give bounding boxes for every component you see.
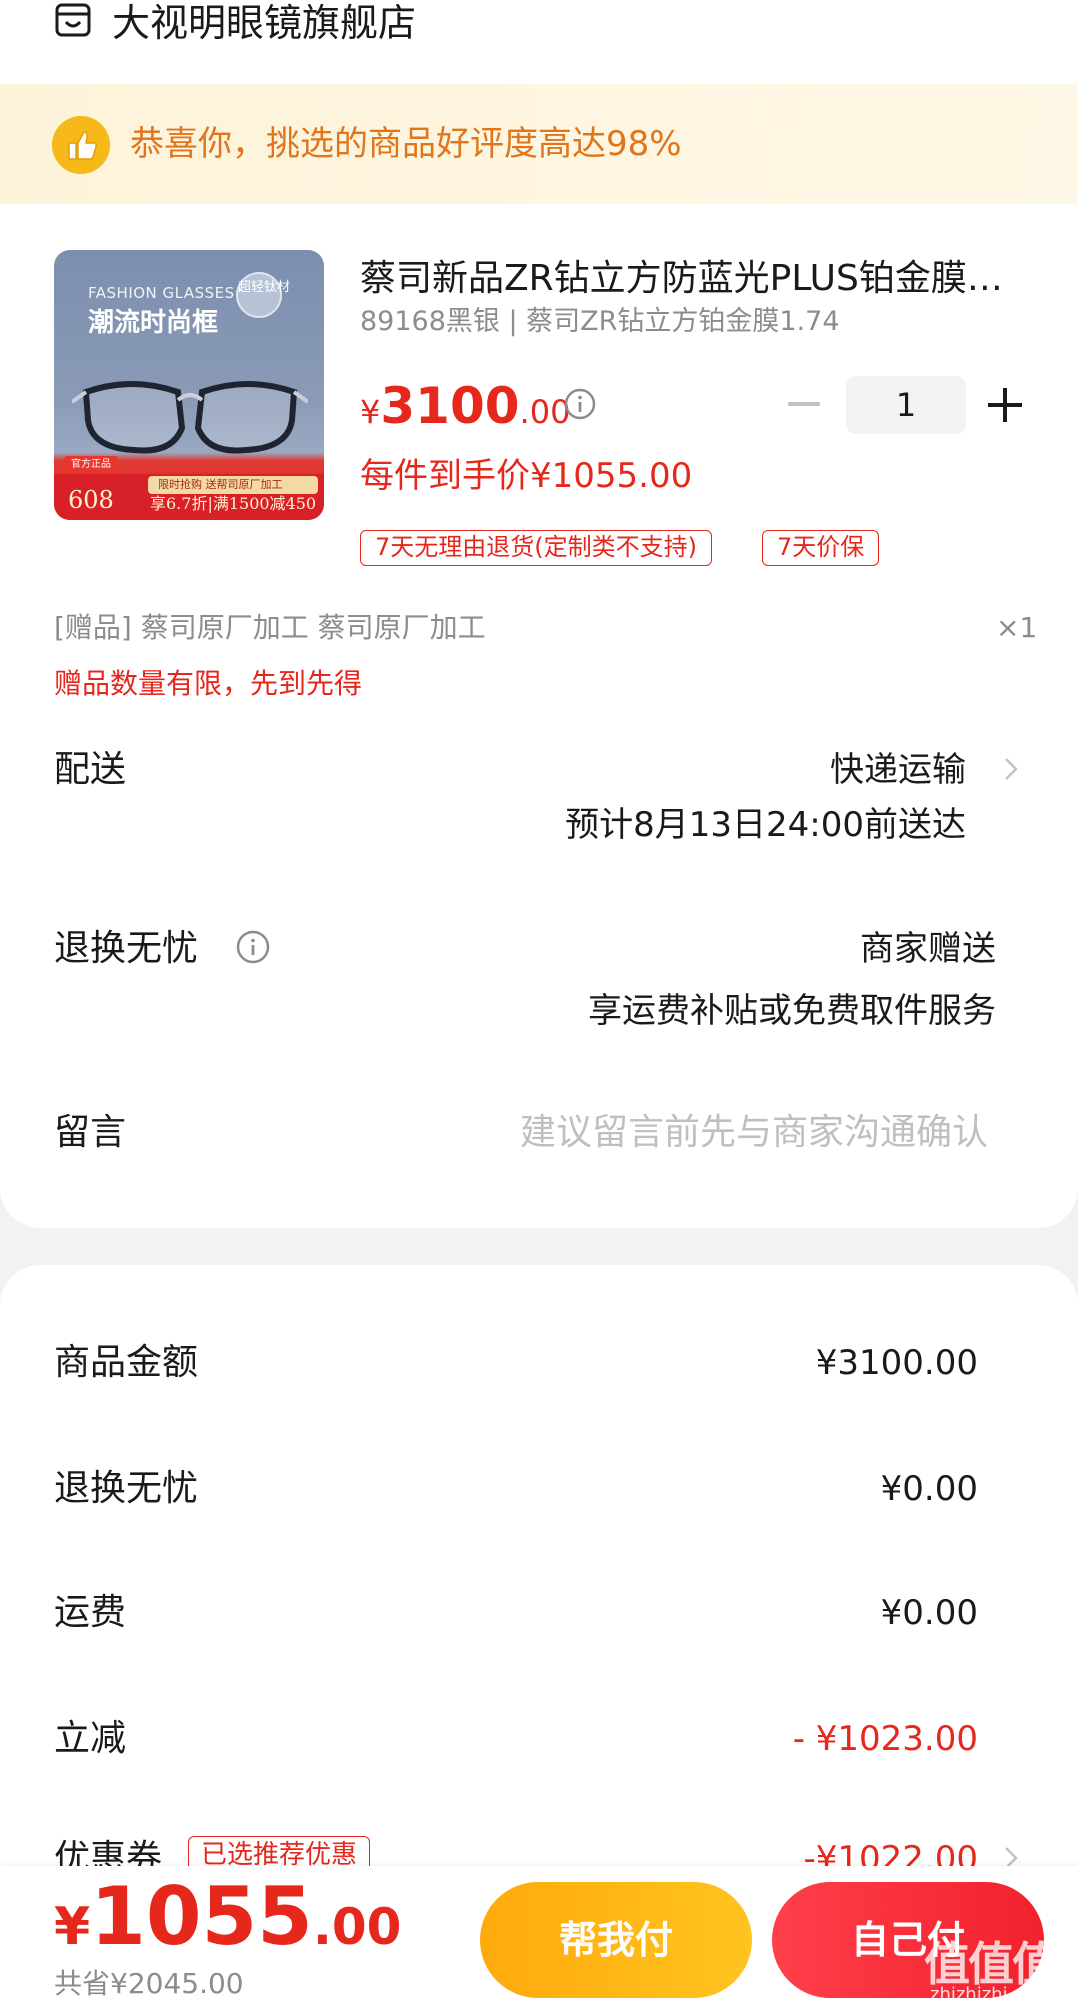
decrease-quantity-button[interactable] — [788, 402, 820, 406]
quantity-input[interactable]: 1 — [846, 376, 966, 434]
chevron-right-icon[interactable] — [1004, 757, 1018, 781]
delivery-eta: 预计8月13日24:00前送达 — [565, 805, 966, 845]
message-input[interactable]: 建议留言前先与商家沟通确认 — [520, 1108, 988, 1158]
returns-value: 商家赠送 — [860, 929, 996, 969]
total-integer: 1055 — [90, 1870, 313, 1963]
praise-banner: 恭喜你，挑选的商品好评度高达98% — [0, 84, 1078, 204]
gift-item: [赠品] 蔡司原厂加工 蔡司原厂加工 — [54, 611, 486, 644]
glasses-illustration — [72, 381, 308, 454]
arrival-price: 每件到手价¥1055.00 — [360, 456, 693, 496]
shipping-fee-value: ¥0.00 — [880, 1593, 978, 1633]
image-tag: 官方正品 — [64, 456, 118, 474]
product-price: ¥3100.00 — [360, 376, 570, 448]
total-symbol: ¥ — [54, 1897, 91, 1957]
help-pay-button[interactable]: 帮我付 — [480, 1882, 752, 1998]
message-label: 留言 — [54, 1112, 127, 1153]
image-promo-text: 享6.7折|满1500减450 — [150, 494, 317, 513]
price-symbol: ¥ — [360, 393, 381, 431]
product-sku[interactable]: 89168黑银 | 蔡司ZR钻立方铂金膜1.74 — [360, 304, 840, 340]
store-icon — [55, 3, 91, 37]
price-decimal: .00 — [519, 393, 571, 431]
banner-text: 恭喜你，挑选的商品好评度高达98% — [130, 124, 682, 164]
image-608: 608 — [68, 486, 114, 514]
return-policy-tag[interactable]: 7天无理由退货(定制类不支持) — [360, 530, 712, 566]
product-title[interactable]: 蔡司新品ZR钻立方防蓝光PLUS铂金膜1.74 — [360, 256, 1010, 302]
delivery-label: 配送 — [54, 749, 127, 790]
goods-amount-value: ¥3100.00 — [815, 1343, 978, 1383]
thumbs-up-icon — [52, 116, 110, 174]
store-name[interactable]: 大视明眼镜旗舰店 — [112, 0, 416, 46]
returns-fee-value: ¥0.00 — [880, 1469, 978, 1509]
watermark-url: zhizhizhi.com — [930, 1984, 1052, 2005]
info-icon[interactable] — [564, 388, 596, 420]
image-en-text: FASHION GLASSES — [88, 284, 235, 302]
shipping-fee-label: 运费 — [54, 1592, 127, 1633]
discount-value: - ¥1023.00 — [792, 1719, 978, 1759]
price-integer: 3100 — [380, 377, 520, 435]
total-decimal: .00 — [312, 1898, 402, 1956]
image-cn-text: 潮流时尚框 — [88, 308, 219, 338]
returns-label: 退换无忧 — [54, 928, 199, 969]
image-badge: 超轻钛材 — [236, 272, 290, 318]
returns-fee-label: 退换无忧 — [54, 1468, 199, 1509]
returns-desc: 享运费补贴或免费取件服务 — [588, 991, 996, 1031]
gift-count: ×1 — [996, 611, 1038, 644]
gift-note: 赠品数量有限，先到先得 — [54, 667, 363, 700]
discount-label: 立减 — [54, 1718, 127, 1759]
goods-amount-label: 商品金额 — [54, 1342, 199, 1383]
info-icon[interactable] — [236, 930, 270, 964]
delivery-method[interactable]: 快递运输 — [830, 745, 966, 795]
increase-quantity-button[interactable] — [988, 388, 1022, 422]
product-image[interactable]: FASHION GLASSES 潮流时尚框 超轻钛材 官方正品 限时抢购 送帮司… — [54, 250, 324, 520]
saved-amount: 共省¥2045.00 — [54, 1967, 244, 2000]
price-protect-tag[interactable]: 7天价保 — [762, 530, 880, 566]
